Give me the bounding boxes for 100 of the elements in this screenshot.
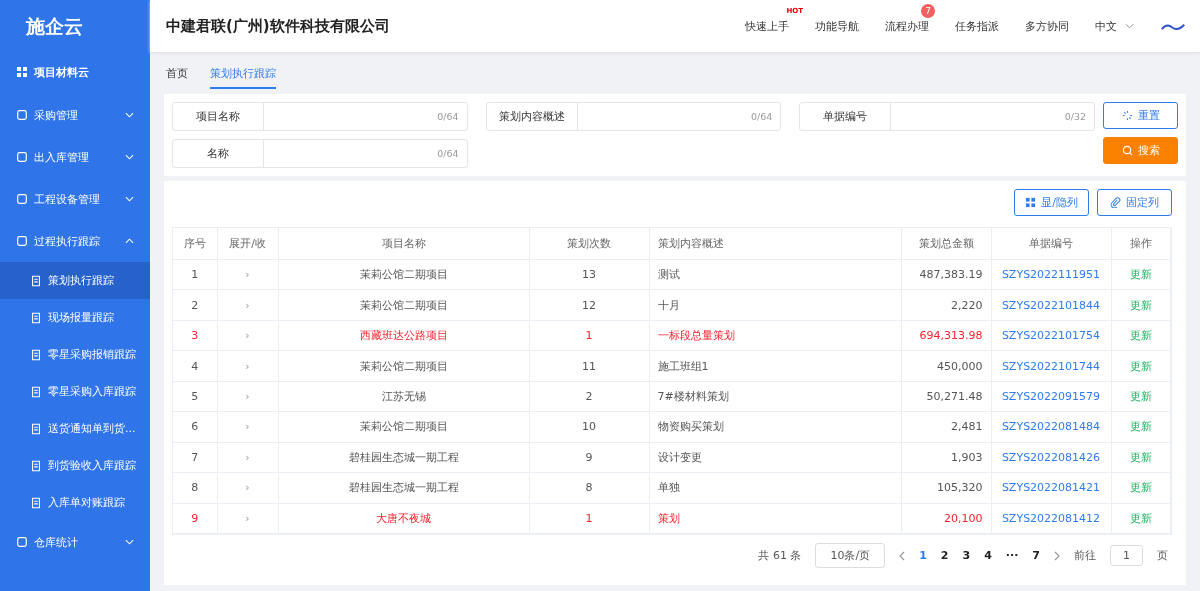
nav-link[interactable]: 多方协同: [1025, 19, 1069, 33]
page-number[interactable]: 7: [1032, 549, 1040, 562]
submenu-item[interactable]: 现场报量跟踪: [0, 299, 150, 336]
page-number[interactable]: 2: [940, 549, 949, 562]
project-cell: 西藏班达公路项目: [278, 320, 529, 351]
update-link[interactable]: 更新: [1111, 442, 1170, 473]
document-link[interactable]: SZYS2022081421: [991, 472, 1111, 503]
expand-cell[interactable]: ›: [217, 320, 278, 351]
expand-cell[interactable]: ›: [217, 472, 278, 503]
project-cell: 茉莉公馆二期项目: [278, 259, 529, 290]
page-unit: 页: [1157, 548, 1168, 563]
expand-cell[interactable]: ›: [217, 289, 278, 321]
update-link[interactable]: 更新: [1111, 289, 1170, 321]
menu-item[interactable]: 仓库统计: [0, 521, 150, 563]
document-icon: [30, 311, 42, 324]
update-link[interactable]: 更新: [1111, 411, 1170, 443]
tab[interactable]: 首页: [166, 59, 188, 87]
paperclip-icon: [1110, 197, 1121, 208]
submenu-item[interactable]: 零星采购入库跟踪: [0, 373, 150, 410]
menu-icon: [16, 235, 28, 247]
menu-item[interactable]: 出入库管理: [0, 136, 150, 178]
document-link[interactable]: SZYS2022101744: [991, 350, 1111, 382]
project-cell: 茉莉公馆二期项目: [278, 350, 529, 382]
document-icon: [30, 348, 42, 361]
document-link[interactable]: SZYS2022101844: [991, 289, 1111, 321]
document-link[interactable]: SZYS2022081484: [991, 411, 1111, 443]
summary-cell: 十月: [649, 289, 901, 321]
submenu-item[interactable]: 策划执行跟踪: [0, 262, 150, 299]
page-number[interactable]: ···: [1005, 549, 1019, 562]
page-number[interactable]: 1: [919, 549, 927, 562]
summary-cell: 一标段总量策划: [649, 320, 901, 351]
document-link[interactable]: SZYS2022111951: [991, 259, 1111, 290]
index-cell: 3: [173, 320, 217, 351]
document-link[interactable]: SZYS2022091579: [991, 381, 1111, 412]
expand-cell[interactable]: ›: [217, 503, 278, 534]
document-icon: [30, 496, 42, 509]
document-link[interactable]: SZYS2022101754: [991, 320, 1111, 351]
next-page-icon[interactable]: [1054, 550, 1060, 561]
document-link[interactable]: SZYS2022081426: [991, 442, 1111, 473]
amount-cell: 450,000: [901, 350, 991, 382]
filter-field[interactable]: 策划内容概述 0/64: [485, 102, 782, 131]
chevron-icon: [1125, 23, 1134, 29]
submenu-item[interactable]: 零星采购报销跟踪: [0, 336, 150, 373]
menu-item[interactable]: 工程设备管理: [0, 178, 150, 220]
toolbar-button[interactable]: 固定列: [1097, 189, 1172, 216]
nav-link[interactable]: 任务指派: [955, 19, 999, 33]
submenu-item[interactable]: 入库单对账跟踪: [0, 484, 150, 521]
amount-cell: 2,481: [901, 411, 991, 443]
menu-icon: [16, 109, 28, 121]
filter-field[interactable]: 项目名称 0/64: [172, 102, 468, 131]
column-header: 策划总金额: [901, 228, 991, 260]
tab[interactable]: 策划执行跟踪: [210, 57, 276, 89]
reset-button[interactable]: 重置: [1103, 102, 1178, 129]
nav-link[interactable]: 功能导航: [815, 19, 859, 33]
expand-cell[interactable]: ›: [217, 259, 278, 290]
page-size-select[interactable]: 10条/页: [815, 543, 886, 568]
page-input[interactable]: 1: [1110, 545, 1143, 566]
project-cell: 茉莉公馆二期项目: [278, 289, 529, 321]
update-link[interactable]: 更新: [1111, 259, 1170, 290]
update-link[interactable]: 更新: [1111, 350, 1170, 382]
summary-cell: 物资购买策划: [649, 411, 901, 443]
submenu-item[interactable]: 送货通知单到货...: [0, 410, 150, 447]
count-cell: 9: [529, 442, 649, 473]
expand-cell[interactable]: ›: [217, 442, 278, 473]
summary-cell: 测试: [649, 259, 901, 290]
expand-cell[interactable]: ›: [217, 411, 278, 443]
nav-link[interactable]: 流程办理: [885, 19, 929, 33]
amount-cell: 50,271.48: [901, 381, 991, 412]
count-cell: 1: [529, 320, 649, 351]
search-button[interactable]: 搜索: [1103, 137, 1178, 164]
amount-cell: 487,383.19: [901, 259, 991, 290]
document-icon: [30, 459, 42, 472]
project-cell: 碧桂园生态城一期工程: [278, 442, 529, 473]
page-number[interactable]: 4: [984, 549, 992, 562]
update-link[interactable]: 更新: [1111, 472, 1170, 503]
logo-icon: [1160, 21, 1186, 31]
total-count: 共 61 条: [758, 548, 802, 563]
nav-link[interactable]: 快速上手: [745, 19, 789, 33]
column-header: 策划内容概述: [649, 228, 901, 260]
index-cell: 9: [173, 503, 217, 534]
column-header: 操作: [1111, 228, 1170, 260]
update-link[interactable]: 更新: [1111, 381, 1170, 412]
filter-field[interactable]: 单据编号 0/32: [799, 102, 1095, 131]
expand-cell[interactable]: ›: [217, 381, 278, 412]
submenu-item[interactable]: 到货验收入库跟踪: [0, 447, 150, 484]
update-link[interactable]: 更新: [1111, 503, 1170, 534]
page-number[interactable]: 3: [962, 549, 971, 562]
document-link[interactable]: SZYS2022081412: [991, 503, 1111, 534]
column-header: 序号: [173, 228, 217, 260]
toolbar-button[interactable]: 显/隐列: [1014, 189, 1089, 216]
expand-cell[interactable]: ›: [217, 350, 278, 382]
menu-item[interactable]: 采购管理: [0, 94, 150, 136]
filter-field[interactable]: 名称 0/64: [172, 139, 468, 168]
project-cell: 茉莉公馆二期项目: [278, 411, 529, 443]
index-cell: 5: [173, 381, 217, 412]
language-select[interactable]: 中文: [1095, 18, 1117, 34]
column-header: 策划次数: [529, 228, 649, 260]
previous-page-icon[interactable]: [899, 550, 906, 561]
menu-item[interactable]: 过程执行跟踪: [0, 220, 150, 262]
update-link[interactable]: 更新: [1111, 320, 1170, 351]
